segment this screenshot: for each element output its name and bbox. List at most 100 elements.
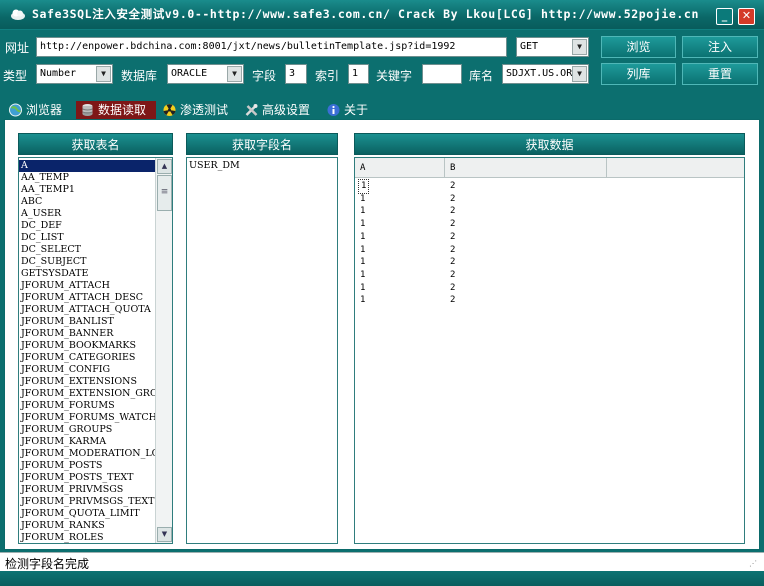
table-list-item[interactable]: JFORUM_EXTENSIONS bbox=[19, 376, 155, 388]
database-select[interactable]: ORACLE ▼ bbox=[167, 64, 244, 84]
table-list-item[interactable]: GETSYSDATE bbox=[19, 268, 155, 280]
tab-browser[interactable]: 浏览器 bbox=[4, 101, 74, 119]
table-row[interactable]: 12 bbox=[355, 179, 744, 194]
reset-button[interactable]: 重置 bbox=[682, 63, 758, 85]
table-row[interactable]: 12 bbox=[355, 231, 744, 244]
chevron-down-icon[interactable]: ▼ bbox=[572, 66, 587, 82]
table-list-item[interactable]: JFORUM_RANKS bbox=[19, 520, 155, 532]
dbname-label: 库名 bbox=[469, 69, 494, 83]
table-list-item[interactable]: JFORUM_QUOTA_LIMIT bbox=[19, 508, 155, 520]
tab-advanced-settings[interactable]: 高级设置 bbox=[240, 101, 318, 119]
table-list-item[interactable]: JFORUM_FORUMS_WATCH bbox=[19, 412, 155, 424]
table-cell[interactable]: 1 bbox=[360, 282, 365, 295]
table-cell[interactable]: 2 bbox=[450, 244, 455, 257]
table-list-item[interactable]: JFORUM_FORUMS bbox=[19, 400, 155, 412]
scroll-down-icon[interactable]: ▼ bbox=[157, 527, 172, 542]
table-row[interactable]: 12 bbox=[355, 244, 744, 257]
table-cell[interactable]: 1 bbox=[360, 256, 365, 269]
table-cell[interactable]: 1 bbox=[357, 179, 370, 194]
url-input[interactable]: http://enpower.bdchina.com:8001/jxt/news… bbox=[36, 37, 507, 57]
table-row[interactable]: 12 bbox=[355, 205, 744, 218]
title-bar[interactable]: Safe3SQL注入安全测试v9.0--http://www.safe3.com… bbox=[0, 0, 764, 30]
table-cell[interactable]: 1 bbox=[360, 205, 365, 218]
table-cell[interactable]: 2 bbox=[450, 269, 455, 282]
tab-about[interactable]: 关于 bbox=[322, 101, 378, 119]
dbname-select[interactable]: SDJXT.US.OR ▼ bbox=[502, 64, 589, 84]
method-select[interactable]: GET ▼ bbox=[516, 37, 589, 57]
data-read-panel: 获取表名 A AA_TEMP AA_TEMP1 ABC A_USER DC_DEF DC_L… bbox=[4, 119, 760, 550]
scroll-thumb[interactable]: ≡ bbox=[157, 175, 172, 211]
table-list-item[interactable]: JFORUM_GROUPS bbox=[19, 424, 155, 436]
resize-grip-icon[interactable]: ⋰ bbox=[749, 559, 760, 570]
table-list-item[interactable]: ABC bbox=[19, 196, 155, 208]
inject-button[interactable]: 注入 bbox=[682, 36, 758, 58]
table-list-item[interactable]: JFORUM_ROLES bbox=[19, 532, 155, 543]
table-list-item[interactable]: JFORUM_POSTS bbox=[19, 460, 155, 472]
table-cell[interactable]: 1 bbox=[360, 218, 365, 231]
table-row[interactable]: 12 bbox=[355, 282, 744, 295]
table-list-item[interactable]: JFORUM_ATTACH bbox=[19, 280, 155, 292]
chevron-down-icon[interactable]: ▼ bbox=[572, 39, 587, 55]
index-label: 索引 bbox=[315, 69, 340, 83]
tab-data-read[interactable]: 数据读取 bbox=[76, 101, 156, 119]
table-cell[interactable]: 2 bbox=[450, 218, 455, 231]
table-list-item[interactable]: JFORUM_POSTS_TEXT bbox=[19, 472, 155, 484]
table-list-item[interactable]: AA_TEMP1 bbox=[19, 184, 155, 196]
table-cell[interactable]: 1 bbox=[360, 269, 365, 282]
scroll-up-icon[interactable]: ▲ bbox=[157, 159, 172, 174]
minimize-button[interactable]: _ bbox=[716, 8, 733, 25]
table-list-item[interactable]: JFORUM_ATTACH_DESC bbox=[19, 292, 155, 304]
table-list-scrollbar[interactable]: ▲ ≡ ▼ bbox=[155, 158, 172, 543]
table-list[interactable]: A AA_TEMP AA_TEMP1 ABC A_USER DC_DEF DC_LIST DC… bbox=[18, 157, 173, 544]
table-list-item[interactable]: AA_TEMP bbox=[19, 172, 155, 184]
table-list-item[interactable]: JFORUM_EXTENSION_GROUPS bbox=[19, 388, 155, 400]
table-list-item[interactable]: JFORUM_BANLIST bbox=[19, 316, 155, 328]
table-cell[interactable]: 1 bbox=[360, 231, 365, 244]
table-cell[interactable]: 2 bbox=[450, 205, 455, 218]
table-list-item[interactable]: DC_SELECT bbox=[19, 244, 155, 256]
table-list-item[interactable]: JFORUM_KARMA bbox=[19, 436, 155, 448]
table-list-item[interactable]: A_USER bbox=[19, 208, 155, 220]
grid-column-header[interactable]: A bbox=[355, 158, 445, 178]
browse-button[interactable]: 浏览 bbox=[601, 36, 676, 58]
table-cell[interactable]: 2 bbox=[450, 256, 455, 269]
table-list-item[interactable]: A bbox=[19, 160, 155, 172]
field-list[interactable]: USER_DM bbox=[186, 157, 338, 544]
table-cell[interactable]: 1 bbox=[360, 244, 365, 257]
table-row[interactable]: 12 bbox=[355, 256, 744, 269]
list-databases-button[interactable]: 列库 bbox=[601, 63, 676, 85]
table-list-item[interactable]: JFORUM_PRIVMSGS bbox=[19, 484, 155, 496]
index-input[interactable]: 1 bbox=[348, 64, 369, 84]
tab-penetration-test[interactable]: 渗透测试 bbox=[158, 101, 238, 119]
keyword-input[interactable] bbox=[422, 64, 462, 84]
table-row[interactable]: 12 bbox=[355, 294, 744, 307]
field-list-item[interactable]: USER_DM bbox=[187, 160, 337, 172]
field-count-input[interactable]: 3 bbox=[285, 64, 307, 84]
table-row[interactable]: 12 bbox=[355, 218, 744, 231]
table-list-item[interactable]: JFORUM_CATEGORIES bbox=[19, 352, 155, 364]
data-grid[interactable]: A B 12121212121212121212 bbox=[354, 157, 745, 544]
table-row[interactable]: 12 bbox=[355, 269, 744, 282]
table-list-item[interactable]: JFORUM_CONFIG bbox=[19, 364, 155, 376]
close-button[interactable]: ✕ bbox=[738, 8, 755, 25]
table-list-item[interactable]: DC_DEF bbox=[19, 220, 155, 232]
grid-column-header[interactable]: B bbox=[445, 158, 607, 178]
table-cell[interactable]: 1 bbox=[360, 193, 365, 206]
table-list-item[interactable]: JFORUM_BANNER bbox=[19, 328, 155, 340]
table-list-item[interactable]: DC_SUBJECT bbox=[19, 256, 155, 268]
table-list-item[interactable]: JFORUM_MODERATION_LOG bbox=[19, 448, 155, 460]
table-cell[interactable]: 2 bbox=[450, 193, 455, 206]
chevron-down-icon[interactable]: ▼ bbox=[227, 66, 242, 82]
table-list-item[interactable]: JFORUM_PRIVMSGS_TEXT bbox=[19, 496, 155, 508]
table-row[interactable]: 12 bbox=[355, 193, 744, 206]
table-cell[interactable]: 2 bbox=[450, 231, 455, 244]
table-list-item[interactable]: JFORUM_ATTACH_QUOTA bbox=[19, 304, 155, 316]
table-cell[interactable]: 1 bbox=[360, 294, 365, 307]
table-cell[interactable]: 2 bbox=[450, 282, 455, 295]
chevron-down-icon[interactable]: ▼ bbox=[96, 66, 111, 82]
table-cell[interactable]: 2 bbox=[450, 180, 455, 193]
table-cell[interactable]: 2 bbox=[450, 294, 455, 307]
type-select[interactable]: Number ▼ bbox=[36, 64, 113, 84]
table-list-item[interactable]: DC_LIST bbox=[19, 232, 155, 244]
table-list-item[interactable]: JFORUM_BOOKMARKS bbox=[19, 340, 155, 352]
